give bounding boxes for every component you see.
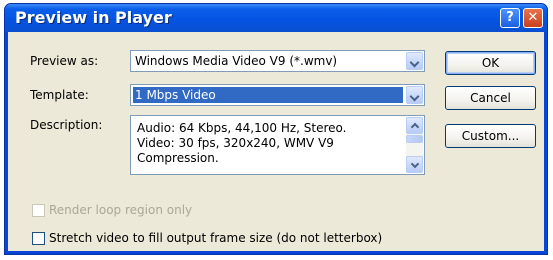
description-scrollbar[interactable] bbox=[406, 117, 423, 173]
preview-as-value: Windows Media Video V9 (*.wmv) bbox=[135, 54, 338, 68]
stretch-video-label[interactable]: Stretch video to fill output frame size … bbox=[49, 231, 382, 245]
dialog-body: Preview as: Windows Media Video V9 (*.wm… bbox=[8, 32, 544, 251]
chevron-down-icon[interactable] bbox=[406, 86, 423, 104]
template-combobox[interactable]: 1 Mbps Video bbox=[130, 84, 425, 106]
cancel-button[interactable]: Cancel bbox=[445, 86, 536, 110]
chevron-down-icon[interactable] bbox=[406, 52, 423, 70]
help-icon: ? bbox=[506, 10, 514, 25]
description-textbox[interactable]: Audio: 64 Kbps, 44,100 Hz, Stereo. Video… bbox=[130, 115, 425, 175]
description-text: Audio: 64 Kbps, 44,100 Hz, Stereo. Video… bbox=[137, 121, 347, 166]
render-loop-label: Render loop region only bbox=[49, 203, 193, 217]
render-loop-checkbox[interactable] bbox=[32, 204, 45, 217]
description-line: Video: 30 fps, 320x240, WMV V9 bbox=[137, 136, 334, 150]
scroll-down-icon[interactable] bbox=[406, 156, 423, 173]
template-label: Template: bbox=[30, 88, 89, 102]
template-value: 1 Mbps Video bbox=[135, 88, 216, 102]
preview-as-combobox[interactable]: Windows Media Video V9 (*.wmv) bbox=[130, 50, 425, 72]
ok-button[interactable]: OK bbox=[445, 51, 536, 75]
close-icon: ✕ bbox=[527, 10, 539, 25]
preview-as-label: Preview as: bbox=[30, 54, 99, 68]
stretch-video-checkbox[interactable] bbox=[32, 232, 45, 245]
help-button[interactable]: ? bbox=[500, 8, 520, 28]
title-bar[interactable]: Preview in Player ? ✕ bbox=[5, 4, 547, 32]
description-line: Compression. bbox=[137, 151, 219, 165]
close-button[interactable]: ✕ bbox=[523, 8, 543, 28]
description-label: Description: bbox=[30, 118, 103, 132]
preview-dialog: Preview in Player ? ✕ Preview as: Window… bbox=[4, 3, 548, 255]
dialog-title: Preview in Player bbox=[15, 8, 172, 27]
description-line: Audio: 64 Kbps, 44,100 Hz, Stereo. bbox=[137, 121, 347, 135]
scroll-up-icon[interactable] bbox=[406, 117, 423, 134]
scroll-thumb[interactable] bbox=[406, 135, 423, 143]
custom-button[interactable]: Custom... bbox=[445, 124, 536, 148]
